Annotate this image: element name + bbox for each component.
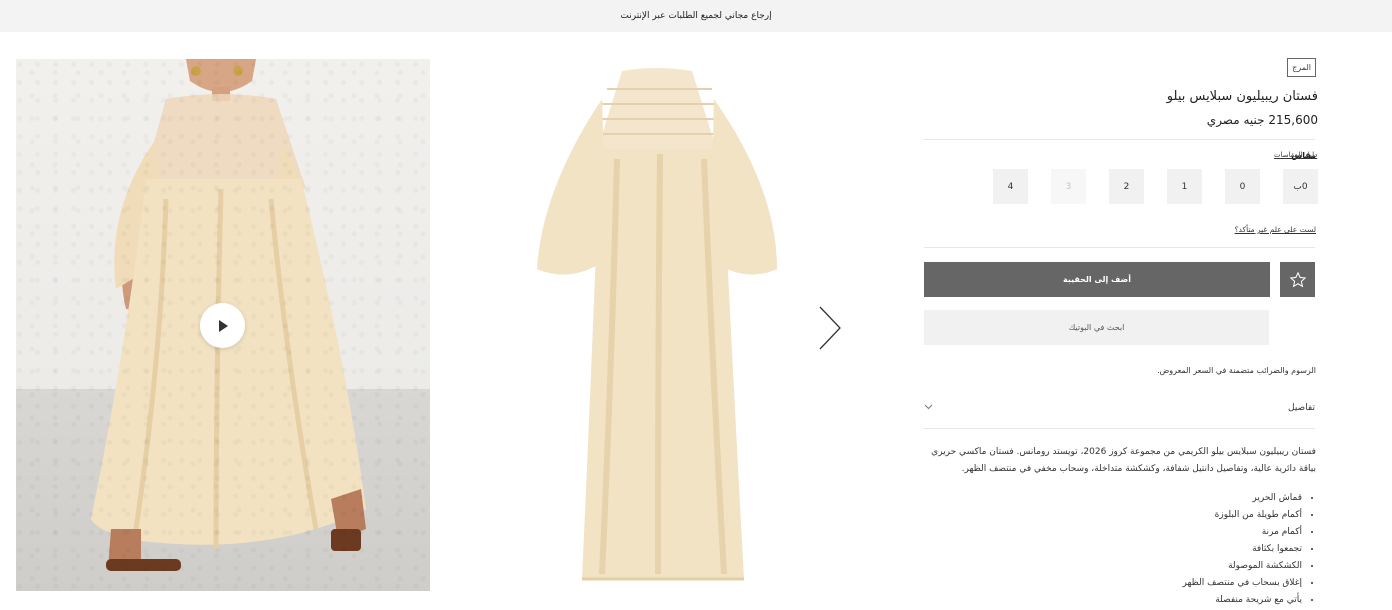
play-video-button[interactable]: [200, 303, 245, 348]
wishlist-button[interactable]: [1280, 262, 1315, 297]
product-info-panel: المرج فستان ريبيليون سبلايس بيلو 215,600…: [918, 0, 1318, 610]
gallery-next-button[interactable]: [816, 305, 844, 351]
list-item: قماش الحرير: [921, 490, 1302, 507]
divider: [924, 139, 1315, 140]
brand-badge[interactable]: المرج: [1287, 58, 1316, 77]
star-icon: [1289, 271, 1306, 287]
size-option[interactable]: 0: [1225, 169, 1260, 204]
chevron-right-icon: [819, 306, 841, 350]
size-option[interactable]: 2: [1109, 169, 1144, 204]
fit-help-text[interactable]: لست على علم غير متأكد؟: [1235, 225, 1316, 234]
details-label: تفاصيل: [1288, 403, 1315, 413]
fit-help-link[interactable]: لست على علم غير متأكد؟: [1235, 225, 1316, 234]
list-item: أكمام طويلة من البلوزة: [921, 507, 1302, 524]
add-to-bag-button[interactable]: أضف إلى الحقيبة: [924, 262, 1270, 297]
product-image-flat[interactable]: [482, 59, 842, 591]
product-title: فستان ريبيليون سبلايس بيلو: [1166, 89, 1318, 104]
details-accordion[interactable]: تفاصيل: [924, 398, 1315, 420]
list-item: يأتي مع شريحة منفصلة: [921, 592, 1302, 609]
announcement-text: إرجاع مجاني لجميع الطلبات عبر الإنترنت: [620, 11, 772, 21]
play-icon: [218, 319, 228, 332]
product-description: فستان ريبيليون سبلايس بيلو الكريمي من مج…: [931, 447, 1316, 474]
size-option[interactable]: 1: [1167, 169, 1202, 204]
product-image-model[interactable]: [16, 59, 430, 591]
divider: [924, 247, 1315, 248]
chevron-down-icon: [924, 404, 933, 410]
size-option[interactable]: 4: [993, 169, 1028, 204]
list-item: الكشكشة الموصولة: [921, 558, 1302, 575]
tax-note: الرسوم والضرائب متضمنة في السعر المعروض.: [1157, 366, 1316, 375]
size-option-unavailable[interactable]: 3: [1051, 169, 1086, 204]
size-guide-link[interactable]: دليل المقاسات: [1274, 151, 1317, 159]
list-item: إغلاق بسحاب في منتصف الظهر: [921, 575, 1302, 592]
list-item: أكمام مرنة: [921, 524, 1302, 541]
feature-list: قماش الحرير أكمام طويلة من البلوزة أكمام…: [921, 490, 1316, 609]
size-option[interactable]: 0ب: [1283, 169, 1318, 204]
dress-product-illustration: [537, 68, 777, 581]
list-item: تجمعوا بكثافة: [921, 541, 1302, 558]
size-selector: 0ب 0 1 2 3 4: [993, 169, 1318, 204]
divider: [924, 428, 1315, 429]
find-in-store-button[interactable]: ابحث في البوتيك: [924, 310, 1269, 345]
product-price: 215,600 جنيه مصري: [1206, 113, 1318, 127]
